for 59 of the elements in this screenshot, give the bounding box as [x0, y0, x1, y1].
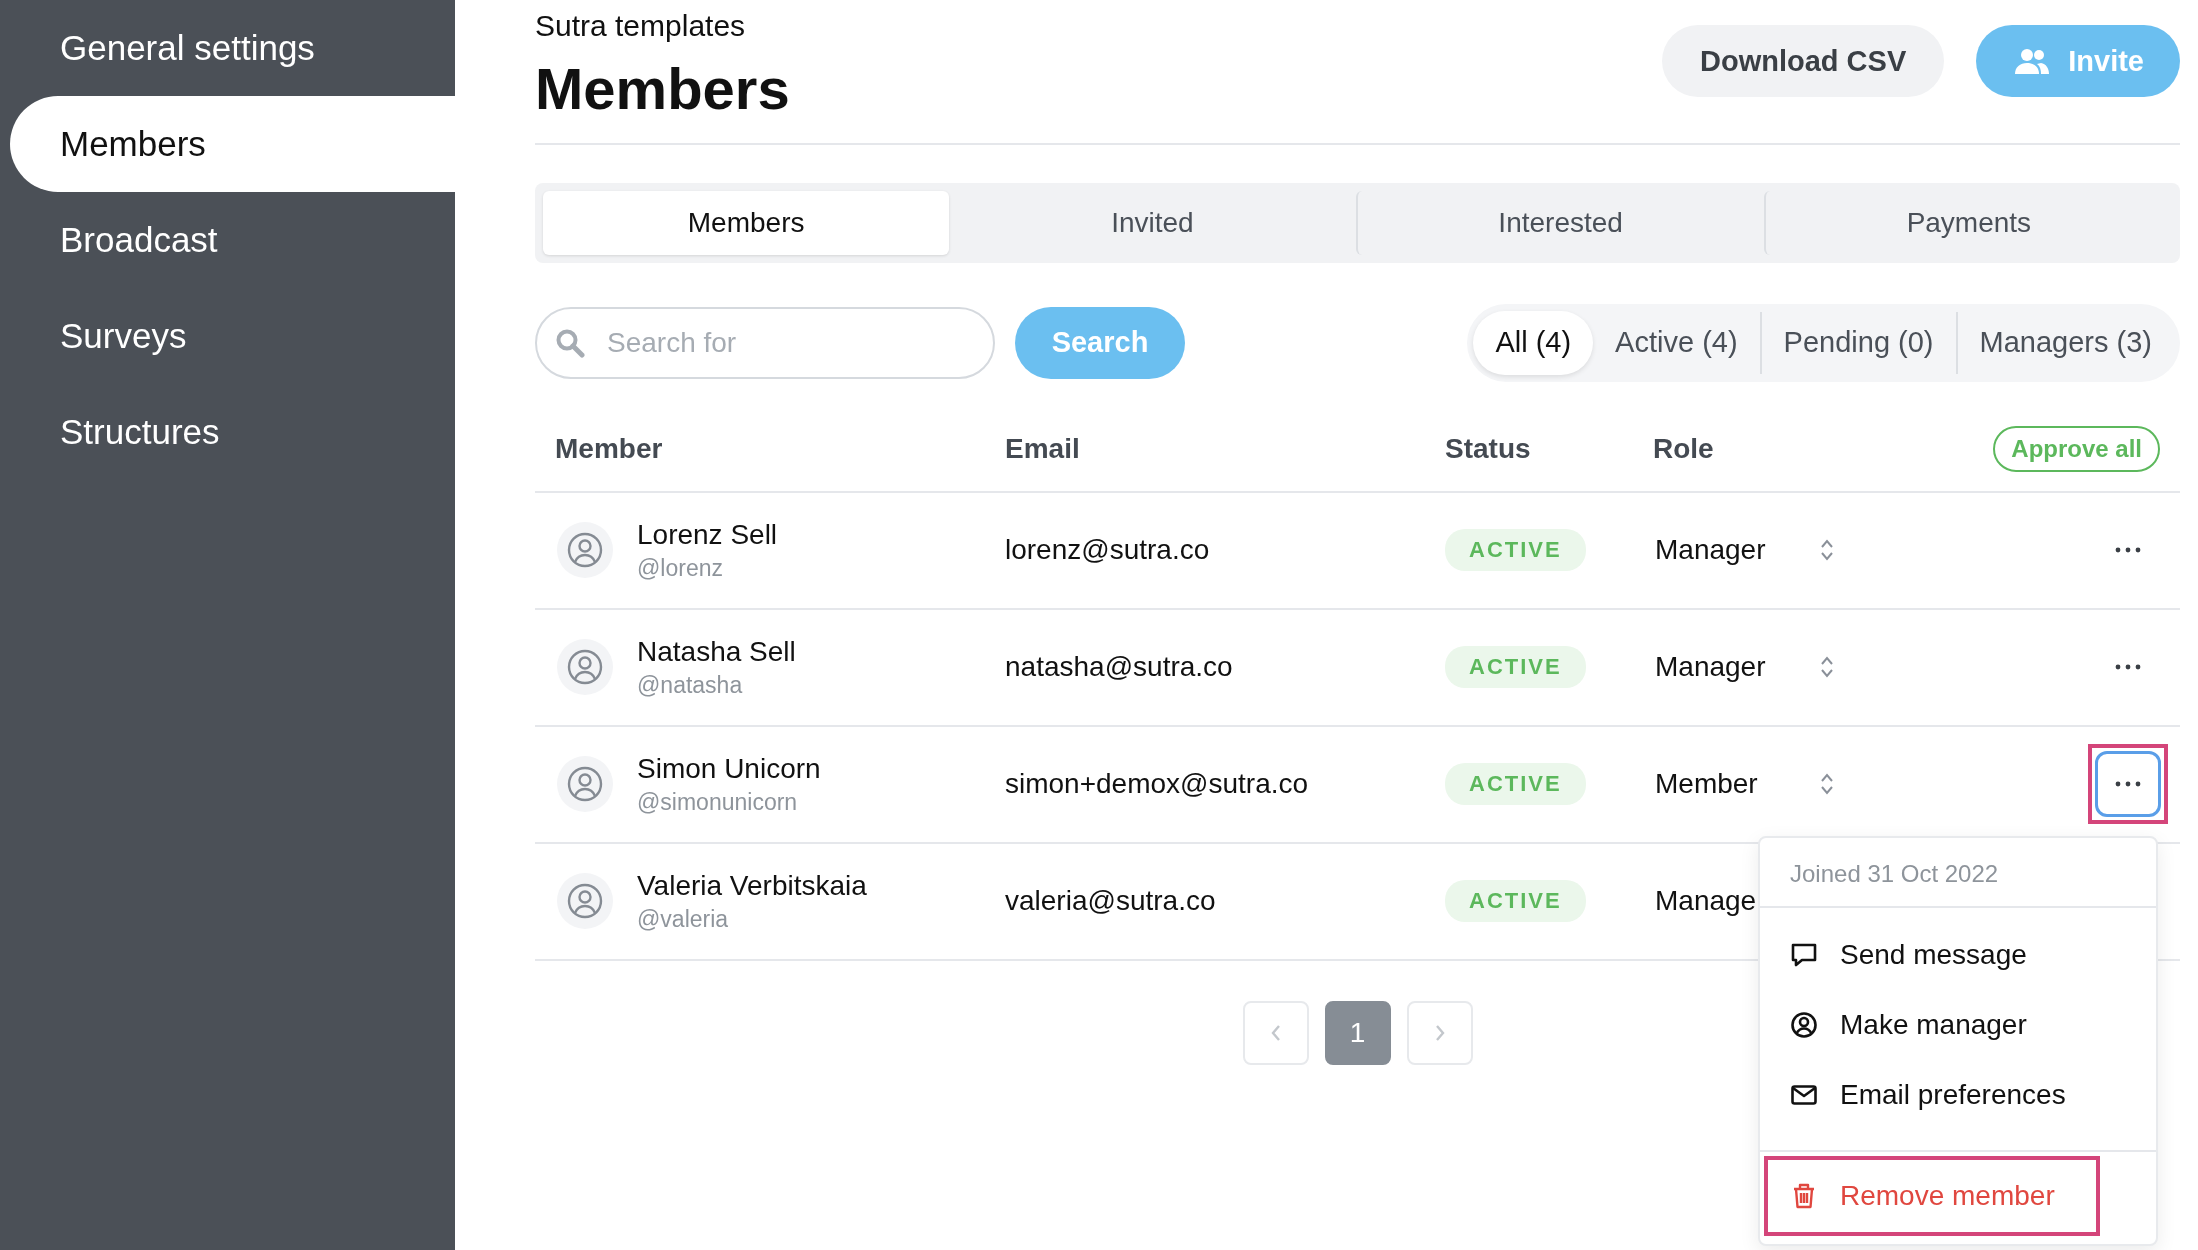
- member-email: natasha@sutra.co: [1005, 651, 1233, 683]
- status-badge: ACTIVE: [1445, 763, 1586, 806]
- status-badge: ACTIVE: [1445, 529, 1586, 572]
- role-select[interactable]: Manager: [1655, 534, 1766, 567]
- updown-chevron-icon[interactable]: [1820, 772, 1834, 797]
- updown-chevron-icon[interactable]: [1820, 655, 1834, 680]
- users-icon: [2014, 47, 2051, 75]
- menu-item[interactable]: Email preferences: [1760, 1060, 2156, 1131]
- member-email: valeria@sutra.co: [1005, 885, 1216, 917]
- breadcrumb: Sutra templates: [535, 9, 747, 43]
- updown-chevron-icon[interactable]: [1820, 538, 1834, 563]
- ellipsis-icon: [2115, 547, 2141, 554]
- sidebar-item[interactable]: Members: [10, 96, 455, 192]
- member-email: lorenz@sutra.co: [1005, 534, 1210, 566]
- column-header: Email: [1005, 432, 1081, 465]
- menu-item[interactable]: Make manager: [1760, 990, 2156, 1061]
- ellipsis-icon: [2115, 664, 2141, 671]
- column-header: Status: [1445, 432, 1532, 465]
- ellipsis-icon: [2115, 781, 2141, 788]
- member-email: simon+demox@sutra.co: [1005, 768, 1309, 800]
- filter-option[interactable]: Managers (3): [1955, 311, 2174, 374]
- tab[interactable]: Interested: [1355, 190, 1764, 255]
- sidebar-item[interactable]: Structures: [10, 384, 455, 480]
- sidebar-item[interactable]: Surveys: [10, 288, 455, 384]
- tab[interactable]: Payments: [1763, 190, 2172, 255]
- menu-item[interactable]: Send message: [1760, 920, 2156, 991]
- status-badge: ACTIVE: [1445, 646, 1586, 689]
- filter-option[interactable]: Active (4): [1593, 310, 1760, 375]
- role-select[interactable]: Member: [1655, 768, 1758, 801]
- sidebar-item[interactable]: Broadcast: [10, 192, 455, 288]
- download-button[interactable]: Download CSV: [1662, 25, 1945, 97]
- member-handle: @valeria: [637, 905, 730, 933]
- role-select[interactable]: Manager: [1655, 651, 1766, 684]
- member-name: Natasha Sell: [637, 635, 796, 668]
- menu-item[interactable]: Remove member: [1764, 1156, 2100, 1237]
- avatar-icon: [557, 522, 613, 579]
- column-header: Role: [1652, 432, 1715, 465]
- join-date: Joined 31 Oct 2022: [1760, 838, 2156, 909]
- status-badge: ACTIVE: [1445, 880, 1586, 923]
- avatar-icon: [557, 873, 613, 930]
- user-circle-icon: [1790, 1011, 1818, 1040]
- avatar-icon: [557, 639, 613, 696]
- member-handle: @lorenz: [637, 554, 724, 582]
- member-name: Simon Unicorn: [637, 752, 821, 785]
- tab[interactable]: Members: [543, 190, 950, 255]
- member-handle: @simonunicorn: [637, 788, 799, 816]
- filter-option[interactable]: Pending (0): [1759, 311, 1956, 374]
- tab[interactable]: Invited: [949, 190, 1356, 255]
- role-select[interactable]: Manage: [1655, 885, 1757, 918]
- sidebar-item[interactable]: General settings: [10, 0, 455, 96]
- filter-option[interactable]: All (4): [1473, 310, 1594, 375]
- search-field[interactable]: Search for: [535, 306, 995, 379]
- more-button[interactable]: [2095, 751, 2161, 818]
- column-header: Member: [554, 432, 664, 465]
- page-title: Members: [535, 57, 790, 121]
- avatar-icon: [557, 756, 613, 813]
- member-name: Lorenz Sell: [637, 518, 778, 551]
- member-name: Valeria Verbitskaia: [637, 869, 867, 902]
- member-handle: @natasha: [637, 671, 744, 699]
